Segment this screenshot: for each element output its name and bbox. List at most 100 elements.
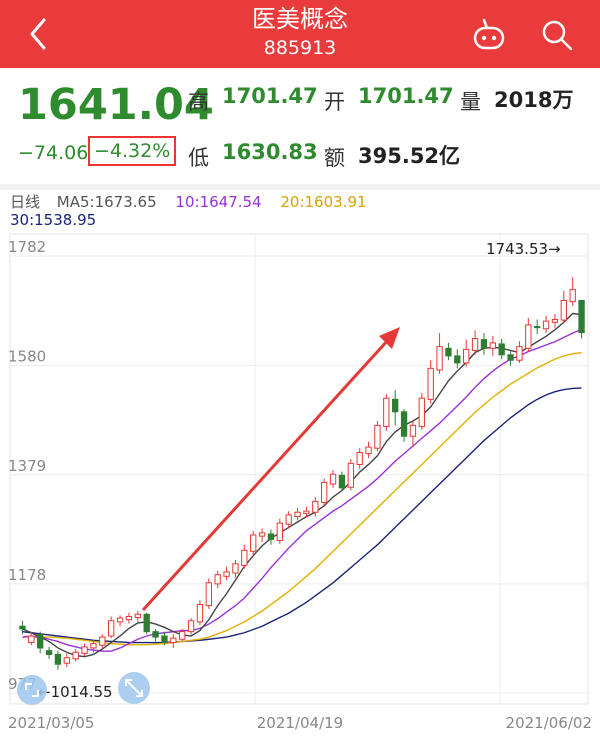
x-tick-label: 2021/04/19 bbox=[257, 714, 343, 732]
candle bbox=[321, 478, 328, 507]
candle bbox=[63, 653, 70, 667]
candle-body bbox=[125, 615, 133, 621]
candle-body bbox=[241, 549, 248, 566]
candle-body bbox=[392, 398, 399, 413]
candle-body bbox=[54, 653, 62, 665]
candle-body bbox=[205, 582, 212, 607]
y-tick-label: 1782 bbox=[8, 238, 46, 256]
candle bbox=[329, 469, 337, 488]
candle-body bbox=[356, 452, 363, 465]
moving-average-lines bbox=[22, 312, 582, 658]
candle bbox=[392, 390, 399, 426]
max-price-label: 1743.53→ bbox=[486, 240, 561, 258]
candle bbox=[427, 360, 434, 404]
candle bbox=[223, 566, 230, 581]
candle bbox=[72, 649, 79, 662]
candle-body bbox=[347, 462, 354, 488]
candle bbox=[196, 600, 204, 626]
candle-body bbox=[463, 348, 470, 364]
candle bbox=[365, 441, 372, 458]
candle-body bbox=[232, 563, 239, 574]
x-tick-label: 2021/03/05 bbox=[8, 714, 94, 732]
candle-body bbox=[37, 633, 44, 649]
zoom-button-left[interactable] bbox=[17, 675, 47, 705]
candle bbox=[551, 314, 559, 328]
candle-body bbox=[507, 354, 514, 361]
candle bbox=[560, 290, 567, 324]
candle-body bbox=[427, 367, 434, 400]
candle bbox=[37, 631, 44, 654]
candle-body bbox=[374, 424, 381, 449]
candle bbox=[534, 319, 541, 335]
chart-frame bbox=[9, 233, 589, 705]
candle bbox=[241, 544, 248, 569]
candle-body bbox=[45, 650, 53, 655]
candle bbox=[232, 560, 239, 578]
zoom-button[interactable] bbox=[118, 672, 150, 704]
min-price-label: ←1014.55 bbox=[38, 683, 113, 701]
candle-body bbox=[365, 446, 372, 455]
candle bbox=[143, 612, 150, 635]
candle-body bbox=[285, 514, 292, 525]
candle-body bbox=[267, 533, 275, 540]
candle-body bbox=[196, 604, 204, 623]
chart-grid bbox=[9, 233, 589, 705]
candle-body bbox=[214, 574, 221, 585]
candle-body bbox=[436, 346, 443, 371]
candle-body bbox=[19, 625, 26, 630]
candle-body bbox=[578, 300, 585, 334]
candle-body bbox=[560, 300, 567, 321]
candle-body bbox=[223, 571, 230, 577]
candle bbox=[205, 578, 212, 609]
candle-body bbox=[134, 613, 141, 619]
ma10-line bbox=[22, 328, 582, 652]
candle bbox=[356, 448, 363, 469]
candle bbox=[116, 615, 124, 627]
candle bbox=[383, 393, 390, 431]
candle bbox=[578, 299, 585, 339]
kline-chart[interactable]: 1782158013791178977 1743.53→ ←1014.55 20… bbox=[0, 0, 600, 737]
candle bbox=[516, 341, 523, 363]
x-tick-label: 2021/06/02 bbox=[506, 714, 592, 732]
candle-body bbox=[312, 500, 319, 513]
candle-body bbox=[116, 617, 124, 623]
y-tick-label: 1178 bbox=[8, 566, 46, 584]
candle bbox=[409, 419, 417, 448]
candle bbox=[507, 350, 514, 366]
candle-body bbox=[258, 532, 266, 537]
candle bbox=[81, 643, 88, 657]
y-tick-label: 1580 bbox=[8, 348, 46, 366]
candle-body bbox=[525, 324, 532, 349]
candle-body bbox=[418, 397, 425, 427]
candle-body bbox=[383, 397, 390, 427]
candle bbox=[463, 339, 470, 367]
candle bbox=[436, 333, 443, 374]
candle-body bbox=[498, 343, 505, 356]
candle bbox=[445, 342, 452, 361]
candle-body bbox=[400, 411, 408, 437]
candle-body bbox=[179, 631, 186, 640]
y-axis-labels: 1782158013791178977 bbox=[8, 238, 46, 693]
candle-body bbox=[72, 651, 79, 660]
candle bbox=[542, 315, 550, 334]
candle-body bbox=[143, 613, 150, 633]
candle-body bbox=[90, 643, 97, 649]
candle-body bbox=[99, 636, 106, 646]
candle bbox=[214, 570, 221, 589]
candle bbox=[187, 618, 195, 635]
candle bbox=[374, 421, 381, 452]
candle-body bbox=[63, 657, 70, 664]
candle-body bbox=[303, 510, 310, 514]
candle-body bbox=[454, 355, 461, 364]
candle-body bbox=[161, 635, 168, 644]
candle-body bbox=[480, 339, 488, 349]
candle bbox=[54, 650, 62, 670]
candle-body bbox=[152, 631, 159, 638]
candle bbox=[294, 507, 301, 521]
candle bbox=[525, 317, 532, 353]
candle-body bbox=[534, 326, 541, 329]
candle-body bbox=[250, 534, 257, 552]
candle-body bbox=[294, 511, 301, 518]
candle-body bbox=[445, 347, 452, 357]
candle bbox=[250, 531, 257, 555]
